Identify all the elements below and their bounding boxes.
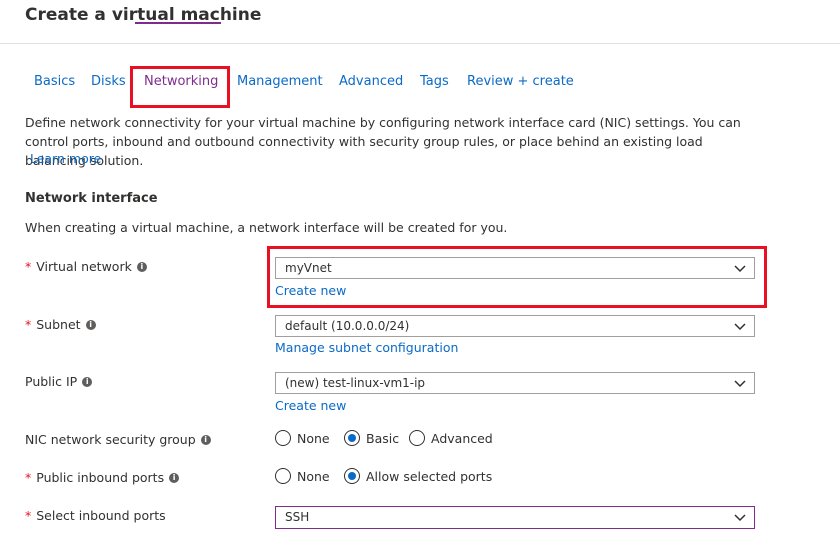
tab-tags[interactable]: Tags bbox=[420, 74, 449, 89]
radio-label: Basic bbox=[366, 430, 400, 446]
select-inbound-ports-select[interactable]: SSH bbox=[275, 506, 755, 529]
public-ip-create-new-link[interactable]: Create new bbox=[275, 398, 346, 413]
highlight-box-virtual-network bbox=[267, 246, 767, 308]
radio-label: Advanced bbox=[431, 430, 493, 446]
tab-review-create[interactable]: Review + create bbox=[467, 74, 574, 89]
subnet-label-text: Subnet bbox=[36, 317, 81, 332]
select-inbound-ports-value: SSH bbox=[285, 510, 310, 524]
intro-description: Define network connectivity for your vir… bbox=[25, 115, 741, 168]
tab-management[interactable]: Management bbox=[237, 74, 323, 89]
radio-label: Allow selected ports bbox=[366, 468, 493, 484]
radio-button[interactable] bbox=[409, 430, 425, 446]
public-ip-value: (new) test-linux-vm1-ip bbox=[285, 376, 426, 390]
info-icon[interactable]: i bbox=[136, 261, 147, 272]
nic-nsg-option-none[interactable]: None bbox=[275, 430, 330, 446]
inbound-ports-option-allow-selected[interactable]: Allow selected ports bbox=[344, 468, 492, 484]
nic-nsg-label: NIC network security group i bbox=[25, 432, 211, 447]
info-icon[interactable]: i bbox=[200, 434, 211, 445]
inbound-ports-option-none[interactable]: None bbox=[275, 468, 330, 484]
public-inbound-ports-label-text: Public inbound ports bbox=[36, 470, 165, 485]
subnet-label: * Subnet i bbox=[25, 317, 96, 332]
chevron-down-icon bbox=[734, 380, 746, 388]
radio-button[interactable] bbox=[344, 468, 360, 484]
required-marker: * bbox=[25, 259, 32, 274]
chevron-down-icon bbox=[734, 514, 746, 522]
radio-button[interactable] bbox=[275, 430, 291, 446]
public-ip-label: Public IP i bbox=[25, 374, 93, 389]
info-icon[interactable]: i bbox=[169, 472, 180, 483]
radio-label: None bbox=[297, 430, 330, 446]
public-ip-label-text: Public IP bbox=[25, 374, 78, 389]
chevron-down-icon bbox=[734, 323, 746, 331]
radio-button[interactable] bbox=[275, 468, 291, 484]
tab-disks[interactable]: Disks bbox=[91, 74, 126, 89]
virtual-network-label: * Virtual network i bbox=[25, 259, 147, 274]
tab-basics[interactable]: Basics bbox=[34, 74, 75, 89]
required-marker: * bbox=[25, 508, 32, 523]
public-inbound-ports-label: * Public inbound ports i bbox=[25, 470, 180, 485]
title-divider bbox=[0, 43, 840, 44]
select-inbound-ports-label: * Select inbound ports bbox=[25, 508, 166, 523]
manage-subnet-configuration-link[interactable]: Manage subnet configuration bbox=[275, 340, 458, 355]
tab-advanced[interactable]: Advanced bbox=[339, 74, 403, 89]
section-description: When creating a virtual machine, a netwo… bbox=[25, 220, 508, 235]
highlight-box-networking-tab bbox=[130, 66, 230, 108]
public-ip-select[interactable]: (new) test-linux-vm1-ip bbox=[275, 372, 755, 394]
info-icon[interactable]: i bbox=[85, 319, 96, 330]
virtual-network-label-text: Virtual network bbox=[36, 259, 132, 274]
radio-label: None bbox=[297, 468, 330, 484]
nic-nsg-option-advanced[interactable]: Advanced bbox=[409, 430, 493, 446]
nic-nsg-label-text: NIC network security group bbox=[25, 432, 196, 447]
nic-nsg-option-basic[interactable]: Basic bbox=[344, 430, 399, 446]
section-heading-network-interface: Network interface bbox=[25, 191, 158, 206]
select-inbound-ports-label-text: Select inbound ports bbox=[36, 508, 166, 523]
subnet-value: default (10.0.0.0/24) bbox=[285, 319, 410, 333]
radio-button[interactable] bbox=[344, 430, 360, 446]
subnet-select[interactable]: default (10.0.0.0/24) bbox=[275, 315, 755, 337]
info-icon[interactable]: i bbox=[82, 376, 93, 387]
learn-more-link[interactable]: Learn more bbox=[30, 151, 101, 166]
required-marker: * bbox=[25, 317, 32, 332]
active-tab-underline bbox=[135, 22, 221, 24]
required-marker: * bbox=[25, 470, 32, 485]
